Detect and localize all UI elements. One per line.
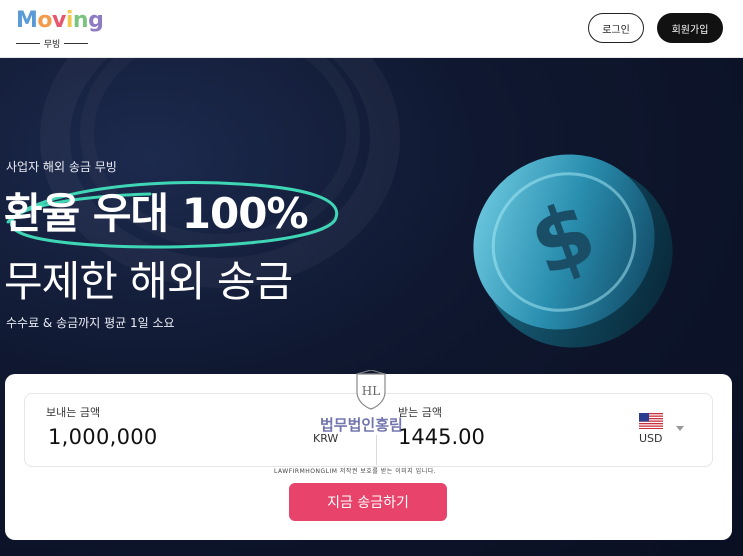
signup-button[interactable]: 회원가입 (657, 13, 723, 43)
logo-letter: M (16, 8, 38, 33)
chevron-down-icon[interactable] (676, 426, 684, 431)
logo-letter: o (37, 8, 53, 33)
send-now-button[interactable]: 지금 송금하기 (289, 483, 447, 521)
hero-title-line2: 무제한 해외 송금 (4, 257, 293, 306)
us-flag-icon[interactable] (639, 413, 663, 429)
send-amount-input[interactable]: 1,000,000 (48, 425, 158, 449)
logo-subtitle: 무빙 (16, 36, 88, 50)
logo-sub-text: 무빙 (43, 39, 61, 50)
logo-letter: n (72, 8, 89, 33)
hero-subline: 수수료 & 송금까지 평균 1일 소요 (6, 316, 175, 330)
watermark-name: 법무법인홍림 (320, 416, 403, 434)
logo-wordmark: Moving (16, 8, 104, 33)
receive-amount-value: 1445.00 (398, 425, 485, 449)
receive-currency-select[interactable]: USD (639, 432, 663, 445)
moving-logo[interactable]: Moving 무빙 (16, 8, 104, 51)
svg-text:HL: HL (362, 384, 380, 398)
hero-eyebrow: 사업자 해외 송금 무빙 (6, 160, 117, 174)
logo-letter: i (65, 8, 74, 33)
dollar-coin-icon: $ (473, 154, 673, 348)
divider (376, 435, 377, 465)
watermark-emblem: HL (356, 370, 386, 410)
hero-title-line1: 환율 우대 100% (4, 189, 309, 238)
logo-letter: g (88, 8, 104, 33)
logo-letter: v (52, 8, 66, 33)
top-header: Moving 무빙 로그인 회원가입 (0, 0, 743, 58)
watermark-caption: LAWFIRMHONGLIM 저작권 보호를 받는 이미지 입니다. (274, 468, 437, 475)
receive-amount-label: 받는 금액 (398, 406, 442, 419)
send-amount-label: 보내는 금액 (46, 406, 101, 419)
login-button[interactable]: 로그인 (588, 13, 644, 43)
